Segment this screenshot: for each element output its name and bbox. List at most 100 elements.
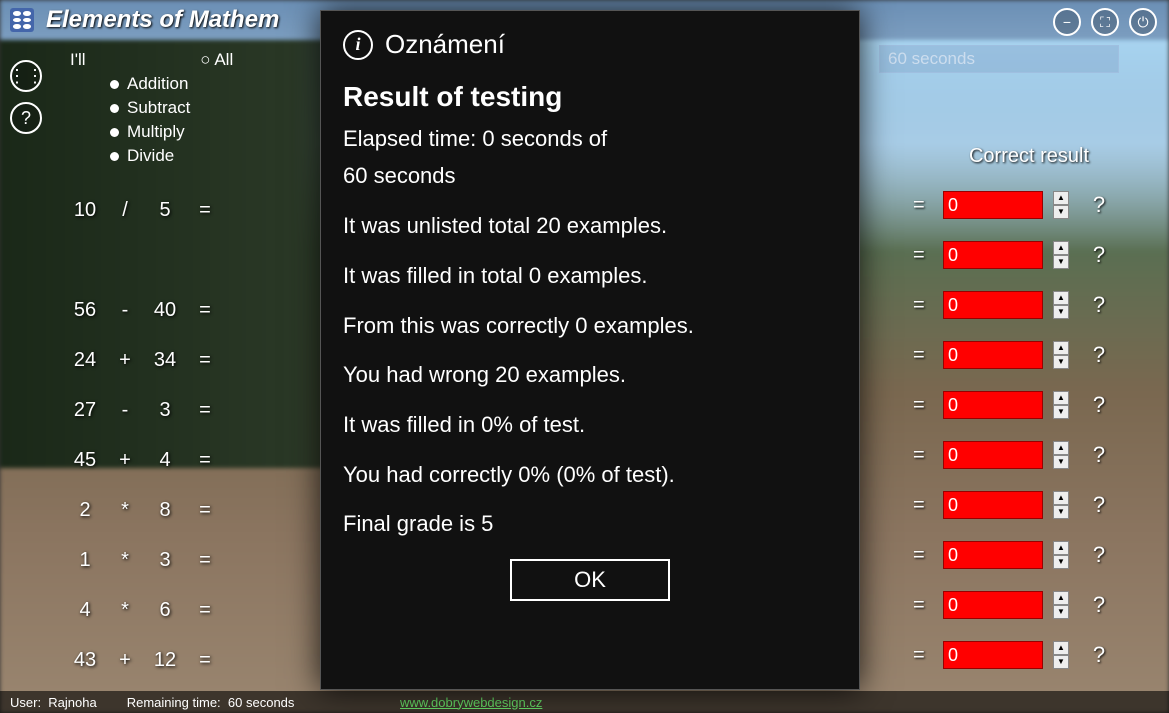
spin-up-icon[interactable]: ▲ (1053, 391, 1069, 405)
equals-sign: = (913, 494, 933, 517)
equals-sign: = (913, 394, 933, 417)
help-button[interactable]: ? (10, 102, 42, 134)
spin-down-icon[interactable]: ▼ (1053, 455, 1069, 469)
answer-row: = ▲▼ ? (913, 180, 1119, 230)
result-dialog: i Oznámení Result of testing Elapsed tim… (320, 10, 860, 690)
hint-button[interactable]: ? (1079, 342, 1119, 368)
result-line: Final grade is 5 (343, 509, 837, 539)
example-row: 27-3= (60, 385, 340, 435)
spin-up-icon[interactable]: ▲ (1053, 191, 1069, 205)
timer-field[interactable] (879, 45, 1119, 73)
footer-link[interactable]: www.dobrywebdesign.cz (400, 695, 542, 710)
maximize-button[interactable]: ⛶ (1091, 8, 1119, 36)
op-multiply[interactable]: Multiply (110, 122, 233, 142)
hint-button[interactable]: ? (1079, 292, 1119, 318)
answer-input[interactable] (943, 641, 1043, 669)
spinner[interactable]: ▲▼ (1053, 641, 1069, 669)
answer-input[interactable] (943, 541, 1043, 569)
answer-input[interactable] (943, 191, 1043, 219)
op-divide[interactable]: Divide (110, 146, 233, 166)
spin-down-icon[interactable]: ▼ (1053, 505, 1069, 519)
hint-button[interactable]: ? (1079, 492, 1119, 518)
info-icon: i (343, 30, 373, 60)
spin-up-icon[interactable]: ▲ (1053, 441, 1069, 455)
example-row: 4*6= (60, 585, 340, 635)
spin-up-icon[interactable]: ▲ (1053, 241, 1069, 255)
spinner[interactable]: ▲▼ (1053, 391, 1069, 419)
examples-column: 10/5=56-40=24+34=27-3=45+4=2*8=1*3=4*6=4… (60, 185, 340, 685)
spinner[interactable]: ▲▼ (1053, 241, 1069, 269)
answer-row: = ▲▼ ? (913, 330, 1119, 380)
example-row (60, 235, 340, 285)
spin-down-icon[interactable]: ▼ (1053, 205, 1069, 219)
example-row: 2*8= (60, 485, 340, 535)
operations-panel: I'll ○ All Addition Subtract Multiply Di… (70, 50, 233, 170)
answer-input[interactable] (943, 241, 1043, 269)
answer-row: = ▲▼ ? (913, 530, 1119, 580)
answer-input[interactable] (943, 441, 1043, 469)
answer-input[interactable] (943, 391, 1043, 419)
hint-button[interactable]: ? (1079, 642, 1119, 668)
spinner[interactable]: ▲▼ (1053, 491, 1069, 519)
app-icon (10, 8, 34, 32)
spin-down-icon[interactable]: ▼ (1053, 255, 1069, 269)
spin-down-icon[interactable]: ▼ (1053, 655, 1069, 669)
spin-up-icon[interactable]: ▲ (1053, 491, 1069, 505)
equals-sign: = (913, 444, 933, 467)
spin-up-icon[interactable]: ▲ (1053, 291, 1069, 305)
spin-up-icon[interactable]: ▲ (1053, 541, 1069, 555)
result-line: You had correctly 0% (0% of test). (343, 460, 837, 490)
window-controls: − ⛶ ⏻ (1053, 8, 1157, 36)
spinner[interactable]: ▲▼ (1053, 541, 1069, 569)
answer-input[interactable] (943, 591, 1043, 619)
spin-up-icon[interactable]: ▲ (1053, 641, 1069, 655)
spinner[interactable]: ▲▼ (1053, 591, 1069, 619)
answer-input[interactable] (943, 341, 1043, 369)
side-buttons: ⋮⋮ ? (10, 60, 42, 134)
hint-button[interactable]: ? (1079, 542, 1119, 568)
answer-row: = ▲▼ ? (913, 380, 1119, 430)
hint-button[interactable]: ? (1079, 242, 1119, 268)
spinner[interactable]: ▲▼ (1053, 191, 1069, 219)
equals-sign: = (913, 594, 933, 617)
spin-down-icon[interactable]: ▼ (1053, 605, 1069, 619)
answer-row: = ▲▼ ? (913, 280, 1119, 330)
answer-row: = ▲▼ ? (913, 630, 1119, 680)
op-addition[interactable]: Addition (110, 74, 233, 94)
spin-down-icon[interactable]: ▼ (1053, 405, 1069, 419)
ok-button[interactable]: OK (510, 559, 670, 601)
power-button[interactable]: ⏻ (1129, 8, 1157, 36)
example-row: 56-40= (60, 285, 340, 335)
answers-column: = ▲▼ ?= ▲▼ ?= ▲▼ ?= ▲▼ ?= ▲▼ ?= ▲▼ ?= ▲▼… (913, 180, 1119, 680)
minimize-button[interactable]: − (1053, 8, 1081, 36)
example-row: 43+12= (60, 635, 340, 685)
example-row: 10/5= (60, 185, 340, 235)
answer-input[interactable] (943, 291, 1043, 319)
answer-row: = ▲▼ ? (913, 480, 1119, 530)
elapsed-line2: 60 seconds (343, 161, 837, 191)
spinner[interactable]: ▲▼ (1053, 341, 1069, 369)
status-bar: User: Rajnoha Remaining time: 60 seconds… (0, 691, 1169, 713)
equals-sign: = (913, 344, 933, 367)
spin-down-icon[interactable]: ▼ (1053, 555, 1069, 569)
result-line: It was unlisted total 20 examples. (343, 211, 837, 241)
spin-up-icon[interactable]: ▲ (1053, 591, 1069, 605)
op-subtract[interactable]: Subtract (110, 98, 233, 118)
hint-button[interactable]: ? (1079, 442, 1119, 468)
elapsed-line1: Elapsed time: 0 seconds of (343, 124, 837, 154)
answer-input[interactable] (943, 491, 1043, 519)
equals-sign: = (913, 644, 933, 667)
spinner[interactable]: ▲▼ (1053, 441, 1069, 469)
hint-button[interactable]: ? (1079, 192, 1119, 218)
menu-button[interactable]: ⋮⋮ (10, 60, 42, 92)
example-row: 1*3= (60, 535, 340, 585)
spin-down-icon[interactable]: ▼ (1053, 355, 1069, 369)
hint-button[interactable]: ? (1079, 392, 1119, 418)
hint-button[interactable]: ? (1079, 592, 1119, 618)
example-row: 45+4= (60, 435, 340, 485)
spin-down-icon[interactable]: ▼ (1053, 305, 1069, 319)
spinner[interactable]: ▲▼ (1053, 291, 1069, 319)
answer-row: = ▲▼ ? (913, 580, 1119, 630)
answer-row: = ▲▼ ? (913, 430, 1119, 480)
spin-up-icon[interactable]: ▲ (1053, 341, 1069, 355)
